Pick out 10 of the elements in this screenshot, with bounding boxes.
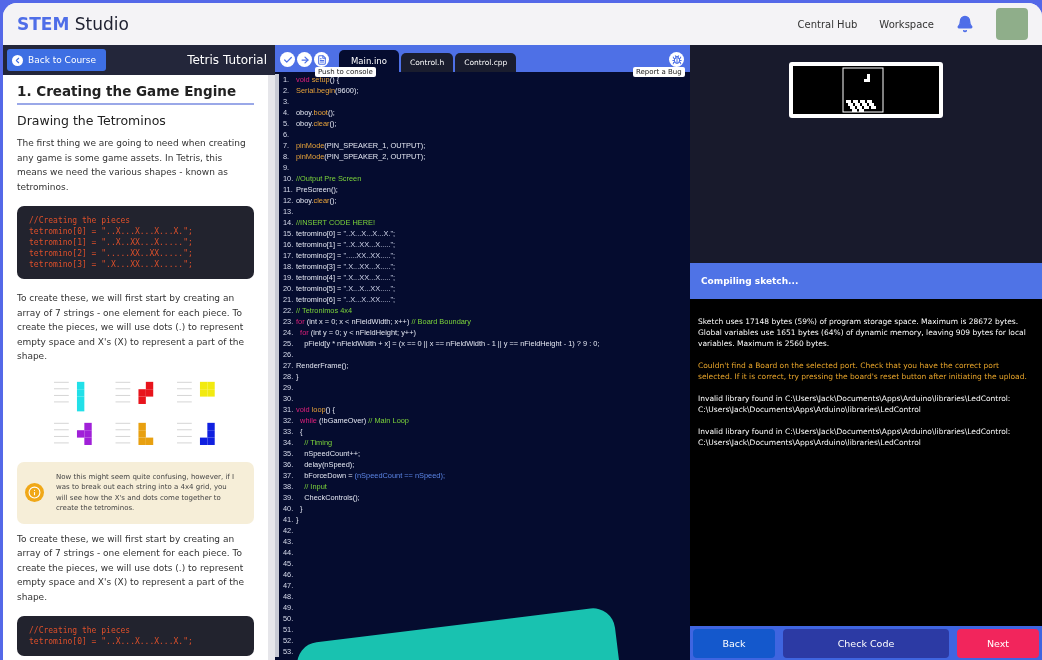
brand-logo: STEM Studio xyxy=(17,14,129,34)
lesson-title: Tetris Tutorial xyxy=(187,53,267,67)
console-header: Compiling sketch... xyxy=(690,263,1042,299)
lesson-heading: 1. Creating the Game Engine xyxy=(17,83,254,105)
paragraph: The first thing we are going to need when creating any game is some game assets. In Tetris, this means we need the various shapes - known as tetrominos. xyxy=(17,137,247,194)
code-snippet: //Creating the pieces tetromino[0] = "..X...X...X...X."; tetromino[1] = "..X..XX...X....."; tetromino[2] = ".....XX..XX....."; tetromino[3] = ".X...XX...X....."; xyxy=(17,206,254,279)
paragraph: To create these, we will first start by creating an array of 7 strings - one element for each piece. To create the pieces, we will use dots (.) to represent empty space and X's (X) to represent a part of the shape. xyxy=(17,532,246,604)
code-snippet: //Creating the pieces tetromino[0] = "..X...X...X...X."; xyxy=(17,616,254,656)
paragraph: To create these, we will first start by creating an array of 7 strings - one element for each piece. To create the pieces, we will use dots (.) to represent empty space and X's (X) to represent a part of the shape. xyxy=(17,292,246,363)
section-heading: Drawing the Tetrominos xyxy=(17,113,167,128)
